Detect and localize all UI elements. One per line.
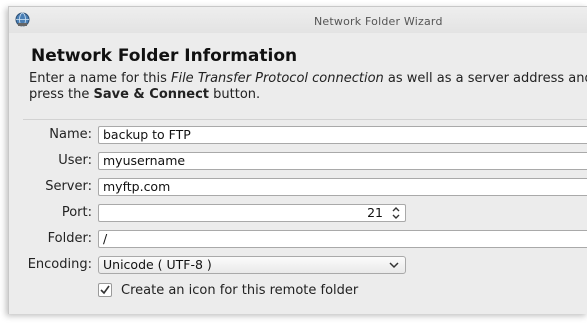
page-title: Network Folder Information: [31, 46, 298, 66]
spin-updown-icon[interactable]: [391, 206, 401, 220]
create-icon-checkbox[interactable]: [98, 283, 112, 297]
separator: [23, 119, 587, 120]
encoding-label: Encoding:: [27, 257, 92, 272]
network-globe-icon: [15, 12, 30, 27]
page-description: Enter a name for this File Transfer Prot…: [29, 71, 587, 102]
user-field[interactable]: myusername: [98, 152, 587, 170]
chevron-down-icon: [389, 262, 399, 269]
folder-label: Folder:: [47, 231, 92, 246]
server-label: Server:: [45, 179, 92, 194]
port-value: 21: [367, 205, 383, 220]
port-label: Port:: [61, 205, 92, 220]
wizard-window: Network Folder Wizard Network Folder Inf…: [8, 6, 587, 314]
encoding-value: Unicode ( UTF-8 ): [103, 257, 212, 272]
encoding-dropdown[interactable]: Unicode ( UTF-8 ): [98, 256, 406, 274]
create-icon-label[interactable]: Create an icon for this remote folder: [121, 283, 358, 298]
name-label: Name:: [49, 127, 92, 142]
save-connect-reference: Save & Connect: [93, 87, 210, 102]
protocol-name: File Transfer Protocol connection: [170, 71, 384, 86]
window-title: Network Folder Wizard: [314, 15, 443, 28]
title-bar[interactable]: Network Folder Wizard: [9, 7, 587, 33]
server-field[interactable]: myftp.com: [98, 178, 587, 196]
name-field[interactable]: backup to FTP: [98, 126, 587, 144]
user-label: User:: [58, 153, 92, 168]
checkmark-icon: [100, 285, 110, 295]
folder-field[interactable]: /: [98, 230, 587, 248]
port-spinbox[interactable]: 21: [98, 204, 406, 222]
